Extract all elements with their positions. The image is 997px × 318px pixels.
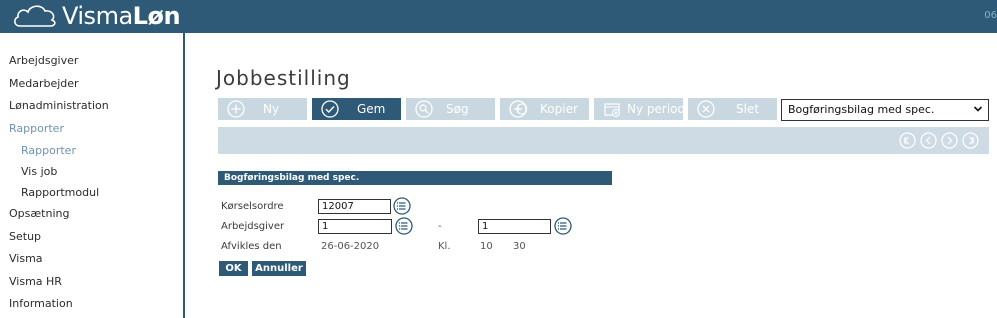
sidebar-item-information[interactable]: Information [9,297,73,310]
check-circle-icon [321,100,339,118]
close-circle-icon [697,100,715,118]
sidebar-item-visma[interactable]: Visma [9,252,43,265]
new-button-label: Ny [263,102,280,116]
section-title: Bogføringsbilag med spec. [218,171,612,185]
chevron-down-icon [973,106,983,112]
previous-record-icon[interactable] [920,132,937,149]
sidebar-item-setup[interactable]: Setup [9,230,41,243]
time-hour-value: 10 [480,241,493,252]
sidebar-item-arbejdsgiver[interactable]: Arbejdsgiver [9,54,78,67]
top-bar: VismaLøn 06 [0,0,997,33]
calendar-plus-icon [604,103,620,117]
sidebar-item-rapporter[interactable]: Rapporter [9,122,64,135]
sidebar-item-visma-hr[interactable]: Visma HR [9,275,62,288]
search-button[interactable]: Søg [406,98,495,120]
save-button[interactable]: Gem [312,98,401,120]
list-lookup-icon[interactable] [393,197,411,215]
sidebar-subitem-rapporter[interactable]: Rapporter [21,144,76,157]
report-type-select[interactable]: Bogføringsbilag med spec. [781,99,989,121]
time-minute-value: 30 [513,241,526,252]
employer-to-input[interactable]: 1 [478,219,551,234]
copy-button[interactable]: Kopier [500,98,589,120]
time-label: Kl. [438,241,451,252]
cloud-icon [14,5,56,27]
logo-suffix: Løn [132,2,181,30]
record-navigation-bar [218,127,989,154]
header-right-text: 06 [984,10,997,21]
list-lookup-icon[interactable] [554,217,572,235]
order-label: Kørselsordre [221,201,284,212]
delete-button-label: Slet [736,102,760,116]
next-record-icon[interactable] [941,132,958,149]
employer-label: Arbejdsgiver [221,221,285,232]
employer-from-input[interactable]: 1 [318,219,392,234]
sidebar-subitem-rapportmodul[interactable]: Rapportmodul [21,186,99,199]
delete-button[interactable]: Slet [688,98,777,120]
order-input[interactable]: 12007 [318,199,391,214]
new-period-button[interactable]: Ny periode [594,98,693,120]
visma-logo[interactable]: VismaLøn [12,2,181,30]
ok-button[interactable]: OK [219,261,248,276]
report-type-select-value: Bogføringsbilag med spec. [788,103,935,116]
first-record-icon[interactable] [899,132,916,149]
range-separator: - [438,221,442,232]
new-period-button-label: Ny periode [627,102,693,116]
plus-circle-icon [227,100,245,118]
sidebar-item-medarbejder[interactable]: Medarbejder [9,77,79,90]
logo-prefix: Visma [62,2,133,30]
sidebar: Arbejdsgiver Medarbejder Lønadministrati… [0,33,185,318]
new-button[interactable]: Ny [218,98,307,120]
search-icon [415,100,433,118]
page-title: Jobbestilling [216,66,351,90]
sidebar-subitem-vis-job[interactable]: Vis job [21,165,57,178]
run-date-label: Afvikles den [221,241,282,252]
run-date-value: 26-06-2020 [321,241,380,252]
save-button-label: Gem [357,102,386,116]
list-lookup-icon[interactable] [395,217,413,235]
copy-plus-icon [509,100,527,118]
last-record-icon[interactable] [962,132,979,149]
sidebar-item-lonadministration[interactable]: Lønadministration [9,99,109,112]
copy-button-label: Kopier [540,102,578,116]
search-button-label: Søg [446,102,469,116]
sidebar-item-opsaetning[interactable]: Opsætning [9,207,69,220]
cancel-button[interactable]: Annuller [252,261,306,276]
